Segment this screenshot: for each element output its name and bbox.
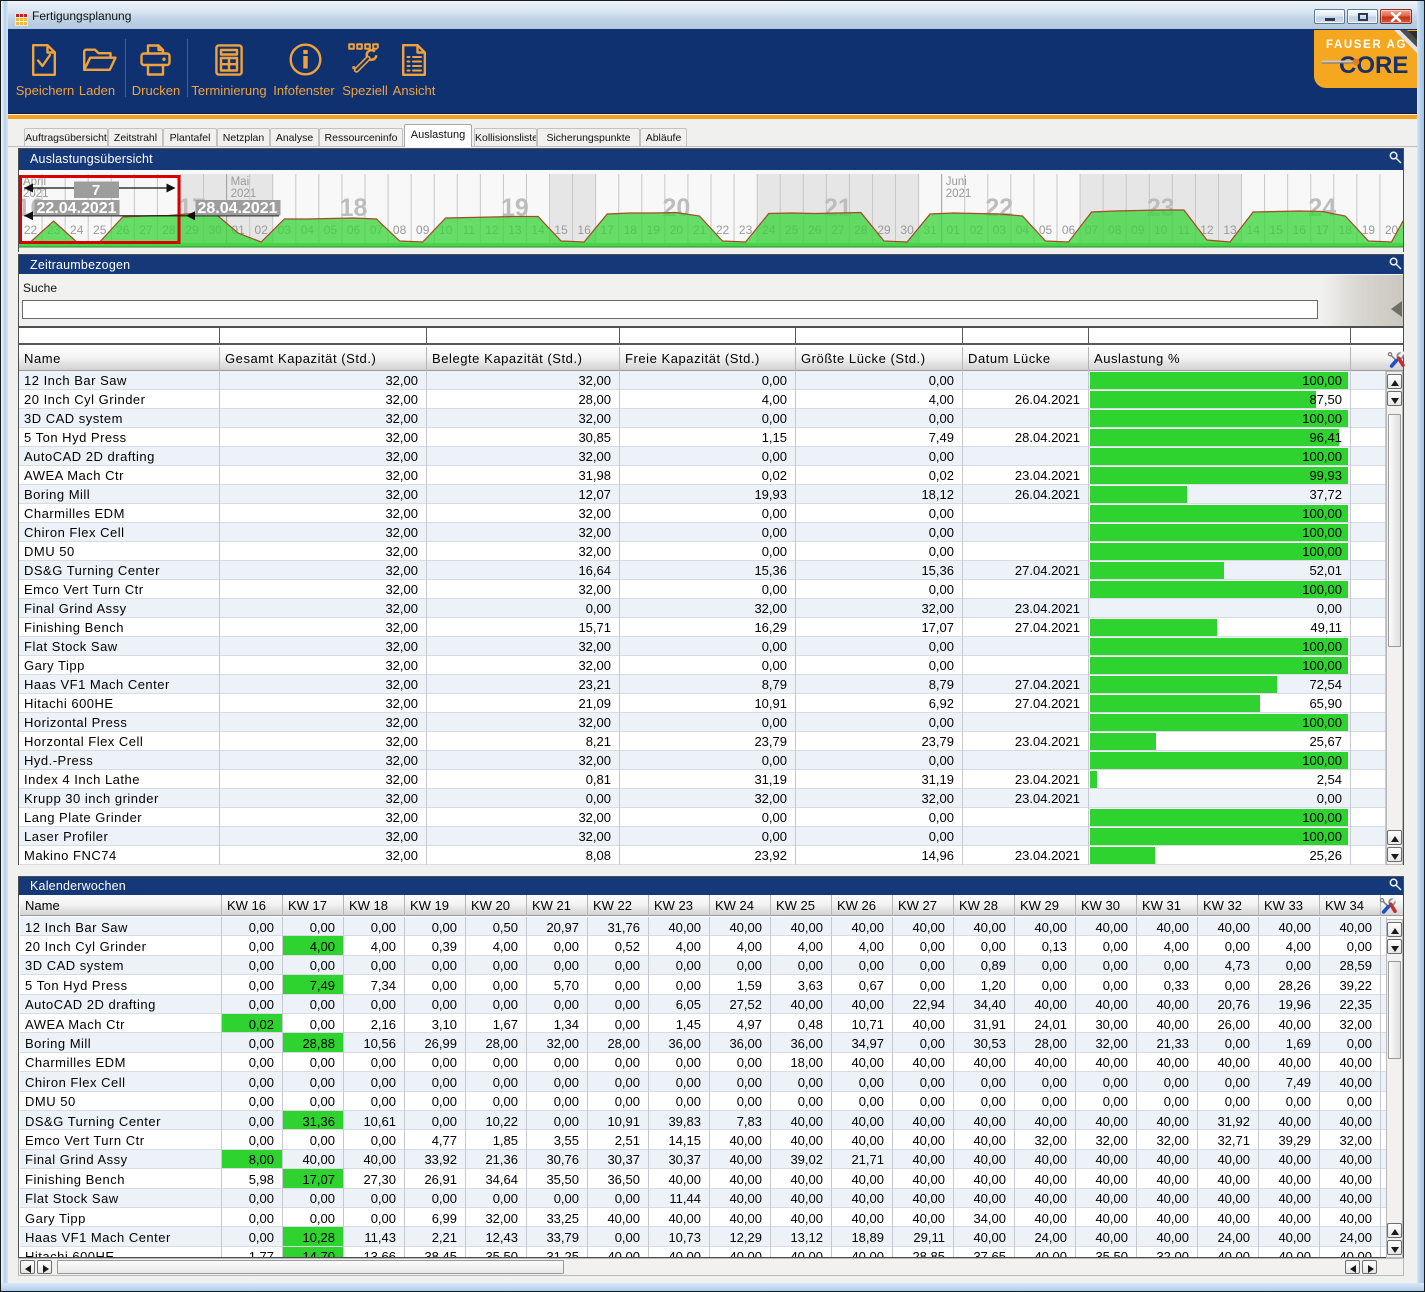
svg-text:09: 09 [416,223,430,237]
svg-text:7: 7 [92,182,100,199]
svg-text:16: 16 [577,223,591,237]
svg-text:24: 24 [70,223,84,237]
svg-text:08: 08 [393,223,407,237]
svg-text:2021: 2021 [946,188,972,200]
svg-text:05: 05 [1039,223,1053,237]
svg-text:Mai: Mai [231,176,250,188]
svg-text:2021: 2021 [23,188,49,200]
svg-text:CORE: CORE [1339,52,1408,79]
svg-text:2021: 2021 [231,188,257,200]
svg-text:FAUSER AG: FAUSER AG [1326,39,1407,51]
svg-text:30: 30 [900,223,914,237]
svg-text:22.04.2021: 22.04.2021 [37,200,117,217]
svg-text:15: 15 [554,223,568,237]
svg-text:19: 19 [1362,223,1376,237]
svg-text:02: 02 [255,223,269,237]
svg-text:22: 22 [24,223,38,237]
svg-text:23: 23 [739,223,753,237]
svg-text:22: 22 [716,223,730,237]
svg-text:25: 25 [93,223,107,237]
svg-text:Juni: Juni [946,176,967,188]
svg-text:28.04.2021: 28.04.2021 [198,200,278,217]
